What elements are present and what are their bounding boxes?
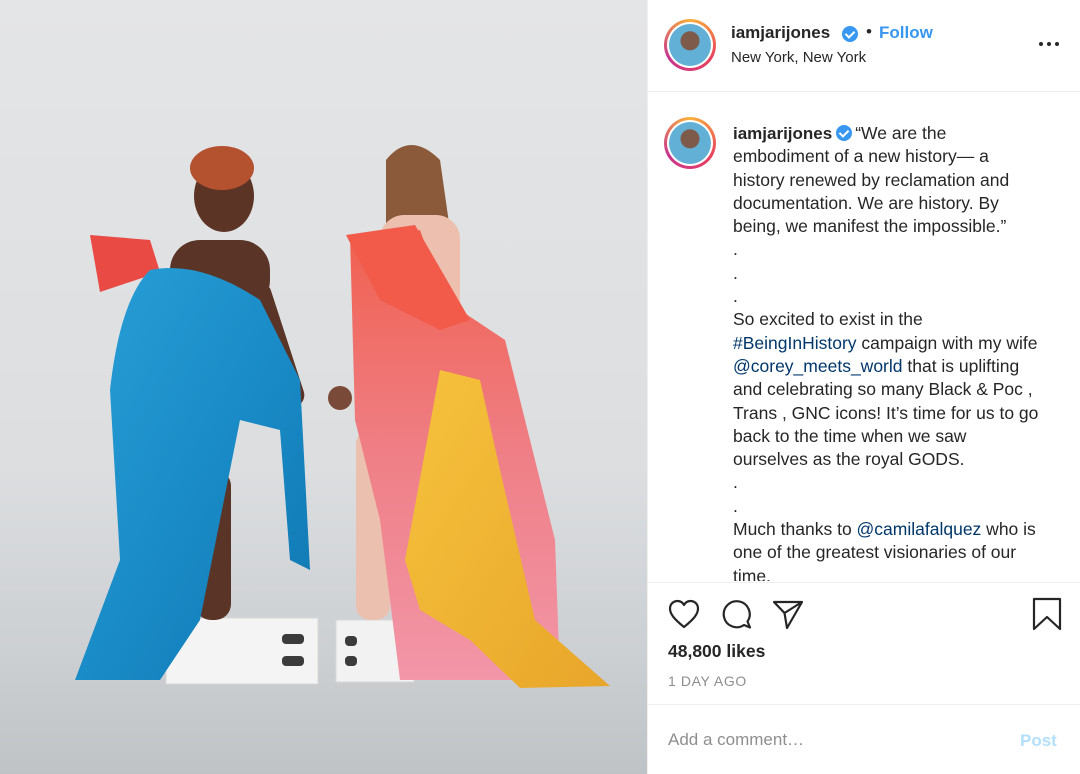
follow-button[interactable]: Follow — [879, 23, 933, 43]
caption-line: and celebrating so many Black & Poc , — [733, 379, 1033, 400]
caption-avatar[interactable] — [664, 117, 716, 169]
caption-line: iamjarijones “We are the — [733, 122, 1068, 145]
caption-line: . — [733, 239, 738, 260]
likes-count[interactable]: 48,800 likes — [668, 641, 765, 662]
caption-line: So excited to exist in the — [733, 309, 923, 330]
caption-line-text: who is — [981, 519, 1036, 540]
comment-input[interactable] — [668, 727, 998, 753]
caption-line-text: Much thanks to — [733, 519, 857, 540]
caption-avatar-image — [669, 122, 711, 164]
caption-verified-badge-icon — [836, 125, 853, 141]
caption-line: Trans , GNC icons! It’s time for us to g… — [733, 402, 1039, 423]
post-comment-button[interactable]: Post — [1020, 731, 1057, 751]
mention-link[interactable]: @corey_meets_world — [733, 356, 903, 376]
caption-line: time. — [733, 565, 771, 581]
post-photo-illustration — [0, 145, 647, 774]
post-actions: 48,800 likes 1 DAY AGO — [648, 582, 1080, 704]
caption-line: @corey_meets_world that is uplifting — [733, 355, 1068, 378]
avatar[interactable] — [664, 19, 716, 71]
separator-dot: • — [866, 22, 872, 41]
location-link[interactable]: New York, New York — [731, 49, 866, 66]
post-timestamp[interactable]: 1 DAY AGO — [668, 673, 747, 689]
caption-line: . — [733, 472, 738, 493]
post-header: iamjarijones • Follow New York, New York — [648, 0, 1080, 92]
caption-line: . — [733, 262, 738, 283]
caption-line: Much thanks to @camilafalquez who is — [733, 518, 1068, 541]
caption-line-text: that is uplifting — [902, 355, 1020, 376]
caption-line: documentation. We are history. By — [733, 192, 999, 213]
mention-link[interactable]: @camilafalquez — [857, 519, 982, 539]
comment-icon[interactable] — [720, 598, 752, 630]
caption-line: one of the greatest visionaries of our — [733, 542, 1017, 563]
caption-area[interactable]: iamjarijones “We are the embodiment of a … — [648, 93, 1080, 581]
caption-line: ourselves as the royal GODS. — [733, 449, 965, 470]
paper-plane-icon[interactable] — [772, 598, 804, 630]
header-username[interactable]: iamjarijones — [731, 23, 830, 43]
more-options-icon[interactable] — [1037, 34, 1061, 54]
post-image[interactable] — [0, 0, 647, 774]
caption-line: embodiment of a new history— a — [733, 146, 989, 167]
avatar-image — [669, 24, 711, 66]
caption-line-text: “We are the — [855, 123, 947, 143]
caption-line: . — [733, 495, 738, 516]
heart-icon[interactable] — [668, 599, 700, 629]
caption-text: iamjarijones “We are the embodiment of a … — [733, 122, 1068, 581]
verified-badge-icon — [842, 26, 858, 42]
bookmark-icon[interactable] — [1032, 597, 1062, 631]
caption-line: back to the time when we saw — [733, 425, 967, 446]
hashtag-link[interactable]: #BeingInHistory — [733, 333, 857, 353]
caption-line-text: campaign with my wife — [856, 332, 1038, 353]
caption-line: #BeingInHistory campaign with my wife — [733, 332, 1068, 355]
caption-line: history renewed by reclamation and — [733, 169, 1010, 190]
caption-line: being, we manifest the impossible.” — [733, 216, 1007, 237]
comment-box: Post — [648, 704, 1080, 774]
caption-username[interactable]: iamjarijones — [733, 124, 832, 143]
caption-line: . — [733, 286, 738, 307]
post-detail-panel: iamjarijones • Follow New York, New York… — [647, 0, 1080, 774]
